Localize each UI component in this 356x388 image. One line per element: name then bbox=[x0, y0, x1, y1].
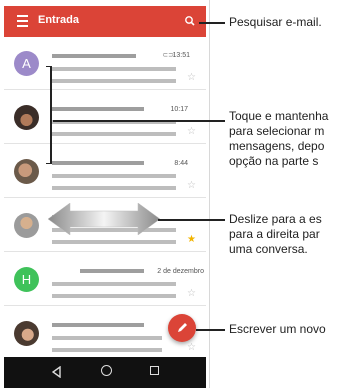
avatar: A bbox=[14, 51, 39, 76]
email-time: 10:17 bbox=[170, 106, 188, 113]
snippet-placeholder bbox=[52, 79, 176, 83]
callout-search: Pesquisar e-mail. bbox=[229, 15, 322, 29]
recents-icon[interactable] bbox=[150, 366, 159, 375]
avatar bbox=[14, 105, 39, 130]
avatar bbox=[14, 321, 39, 346]
phone-screen: Entrada A ⊂⊃ 13:51 ☆ 10:17 ☆ 8:44 ☆ ★ H … bbox=[0, 0, 210, 388]
callout-compose: Escrever um novo bbox=[229, 322, 326, 336]
email-list: A ⊂⊃ 13:51 ☆ 10:17 ☆ 8:44 ☆ ★ H 2 de dez… bbox=[4, 37, 206, 357]
snippet-placeholder bbox=[52, 132, 176, 136]
sender-placeholder bbox=[52, 107, 144, 111]
callout-line-swipe bbox=[158, 219, 225, 221]
email-time: 13:51 bbox=[172, 52, 190, 59]
home-icon[interactable] bbox=[101, 365, 112, 376]
sender-placeholder bbox=[52, 161, 144, 165]
back-icon[interactable] bbox=[52, 366, 62, 378]
avatar bbox=[14, 213, 39, 238]
selection-bracket bbox=[46, 66, 52, 164]
avatar bbox=[14, 159, 39, 184]
email-time: 8:44 bbox=[174, 160, 188, 167]
subject-placeholder bbox=[52, 67, 176, 71]
star-icon[interactable]: ☆ bbox=[187, 289, 196, 299]
subject-placeholder bbox=[52, 282, 176, 286]
sender-placeholder bbox=[52, 54, 136, 58]
star-icon[interactable]: ☆ bbox=[187, 343, 196, 353]
sender-placeholder bbox=[52, 323, 144, 327]
snippet-placeholder bbox=[52, 294, 176, 298]
callout-swipe-3: uma conversa. bbox=[229, 242, 308, 256]
callout-select-4: opção na parte s bbox=[229, 154, 319, 168]
callout-line-select bbox=[53, 120, 225, 122]
email-time: 2 de dezembro bbox=[157, 268, 204, 275]
swipe-arrows-icon bbox=[48, 203, 160, 235]
subject-placeholder bbox=[52, 174, 176, 178]
star-icon[interactable]: ☆ bbox=[187, 181, 196, 191]
email-row[interactable]: A ⊂⊃ 13:51 ☆ bbox=[4, 37, 206, 90]
sender-placeholder bbox=[80, 269, 144, 273]
search-icon[interactable] bbox=[180, 11, 200, 31]
callout-select-2: para selecionar m bbox=[229, 124, 325, 138]
snippet-placeholder bbox=[52, 348, 162, 352]
avatar: H bbox=[14, 267, 39, 292]
snippet-placeholder bbox=[52, 240, 176, 244]
email-row[interactable]: 10:17 ☆ bbox=[4, 91, 206, 144]
callout-select-3: mensagens, depo bbox=[229, 139, 325, 153]
callout-select-1: Toque e mantenha bbox=[229, 109, 329, 123]
email-row[interactable]: 8:44 ☆ bbox=[4, 145, 206, 198]
snippet-placeholder bbox=[52, 186, 176, 190]
email-row[interactable]: H 2 de dezembro ☆ bbox=[4, 253, 206, 306]
compose-button[interactable] bbox=[168, 314, 196, 342]
menu-icon[interactable] bbox=[17, 15, 28, 28]
callout-line-search bbox=[199, 22, 225, 24]
star-icon[interactable]: ★ bbox=[187, 235, 196, 245]
star-icon[interactable]: ☆ bbox=[187, 73, 196, 83]
app-bar-title: Entrada bbox=[38, 14, 79, 26]
star-icon[interactable]: ☆ bbox=[187, 127, 196, 137]
system-nav-bar bbox=[4, 357, 206, 388]
pencil-icon bbox=[178, 323, 187, 332]
callout-line-compose bbox=[196, 329, 225, 331]
subject-placeholder bbox=[52, 336, 162, 340]
callout-swipe-2: para a direita par bbox=[229, 227, 320, 241]
app-bar: Entrada bbox=[4, 6, 206, 37]
callout-swipe-1: Deslize para a es bbox=[229, 212, 322, 226]
